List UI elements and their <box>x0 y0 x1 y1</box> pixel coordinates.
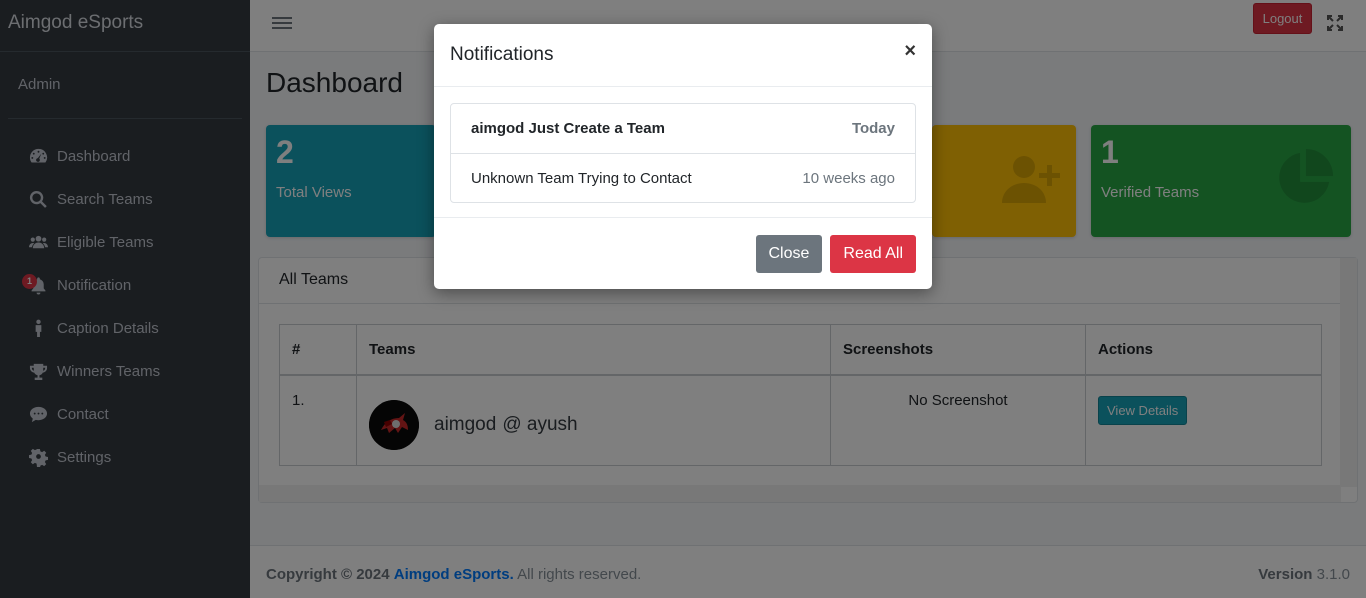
notifications-modal: Notifications × aimgod Just Create a Tea… <box>434 24 932 289</box>
modal-header: Notifications × <box>434 24 932 87</box>
notification-item[interactable]: Unknown Team Trying to Contact 10 weeks … <box>451 153 915 202</box>
close-button[interactable]: Close <box>755 234 823 273</box>
close-icon[interactable]: × <box>904 40 916 63</box>
modal-footer: Close Read All <box>434 217 932 289</box>
notification-item[interactable]: aimgod Just Create a Team Today <box>451 104 915 153</box>
modal-title: Notifications <box>450 44 554 65</box>
notification-list: aimgod Just Create a Team Today Unknown … <box>450 103 916 203</box>
read-all-button[interactable]: Read All <box>830 234 916 273</box>
notification-text: aimgod Just Create a Team <box>471 120 665 137</box>
notification-time: Today <box>851 120 895 137</box>
notification-text: Unknown Team Trying to Contact <box>471 169 692 187</box>
modal-body: aimgod Just Create a Team Today Unknown … <box>434 87 932 219</box>
notification-time: 10 weeks ago <box>802 169 895 187</box>
